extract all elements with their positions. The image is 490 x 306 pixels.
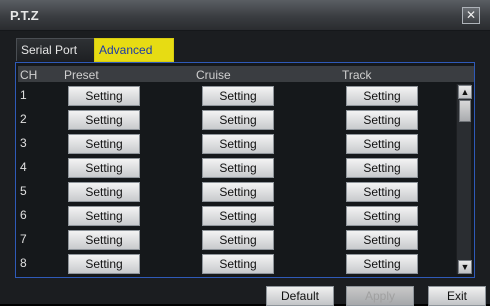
dialog-title: P.T.Z — [10, 8, 39, 23]
exit-button[interactable]: Exit — [428, 286, 486, 306]
track-setting-button[interactable]: Setting — [346, 134, 418, 154]
column-header-track: Track — [342, 68, 372, 82]
table-row: 2 Setting Setting Setting — [18, 108, 474, 130]
channel-number: 6 — [20, 208, 27, 222]
channel-number: 5 — [20, 184, 27, 198]
column-header-ch: CH — [20, 68, 38, 82]
column-header-preset: Preset — [64, 68, 99, 82]
preset-setting-button[interactable]: Setting — [68, 206, 140, 226]
cruise-setting-button[interactable]: Setting — [202, 158, 274, 178]
track-setting-button[interactable]: Setting — [346, 230, 418, 250]
preset-setting-button[interactable]: Setting — [68, 110, 140, 130]
table-row: 6 Setting Setting Setting — [18, 204, 474, 226]
scroll-up-icon[interactable]: ▲ — [458, 85, 472, 99]
table-row: 4 Setting Setting Setting — [18, 156, 474, 178]
table-row: 7 Setting Setting Setting — [18, 228, 474, 250]
cruise-setting-button[interactable]: Setting — [202, 134, 274, 154]
cruise-setting-button[interactable]: Setting — [202, 254, 274, 274]
preset-setting-button[interactable]: Setting — [68, 158, 140, 178]
preset-setting-button[interactable]: Setting — [68, 254, 140, 274]
cruise-setting-button[interactable]: Setting — [202, 230, 274, 250]
cruise-setting-button[interactable]: Setting — [202, 110, 274, 130]
channel-number: 1 — [20, 88, 27, 102]
column-header-cruise: Cruise — [196, 68, 231, 82]
track-setting-button[interactable]: Setting — [346, 158, 418, 178]
table-row: 1 Setting Setting Setting — [18, 84, 474, 106]
channel-number: 7 — [20, 232, 27, 246]
dialog-footer: Default Apply Exit — [0, 282, 490, 306]
ptz-table-panel: CH Preset Cruise Track 1 Setting Setting… — [15, 62, 475, 278]
cruise-setting-button[interactable]: Setting — [202, 206, 274, 226]
cruise-setting-button[interactable]: Setting — [202, 182, 274, 202]
channel-number: 2 — [20, 112, 27, 126]
preset-setting-button[interactable]: Setting — [68, 86, 140, 106]
table-row: 8 Setting Setting Setting — [18, 252, 474, 274]
table-row: 3 Setting Setting Setting — [18, 132, 474, 154]
default-button[interactable]: Default — [266, 286, 334, 306]
scroll-down-icon[interactable]: ▼ — [458, 260, 472, 274]
title-bar: P.T.Z ✕ — [0, 0, 490, 31]
channel-number: 8 — [20, 256, 27, 270]
table-row: 5 Setting Setting Setting — [18, 180, 474, 202]
track-setting-button[interactable]: Setting — [346, 182, 418, 202]
track-setting-button[interactable]: Setting — [346, 110, 418, 130]
scroll-thumb[interactable] — [459, 100, 471, 122]
cruise-setting-button[interactable]: Setting — [202, 86, 274, 106]
channel-number: 3 — [20, 136, 27, 150]
tab-serial-port[interactable]: Serial Port — [16, 38, 100, 61]
preset-setting-button[interactable]: Setting — [68, 230, 140, 250]
ptz-dialog: P.T.Z ✕ Serial Port Advanced CH Preset C… — [0, 0, 490, 306]
channel-number: 4 — [20, 160, 27, 174]
track-setting-button[interactable]: Setting — [346, 254, 418, 274]
preset-setting-button[interactable]: Setting — [68, 134, 140, 154]
close-icon[interactable]: ✕ — [462, 7, 480, 24]
apply-button[interactable]: Apply — [346, 286, 414, 306]
table-header: CH Preset Cruise Track — [18, 66, 474, 82]
track-setting-button[interactable]: Setting — [346, 206, 418, 226]
preset-setting-button[interactable]: Setting — [68, 182, 140, 202]
tab-advanced[interactable]: Advanced — [94, 38, 174, 62]
vertical-scrollbar[interactable]: ▲ ▼ — [456, 84, 472, 274]
track-setting-button[interactable]: Setting — [346, 86, 418, 106]
